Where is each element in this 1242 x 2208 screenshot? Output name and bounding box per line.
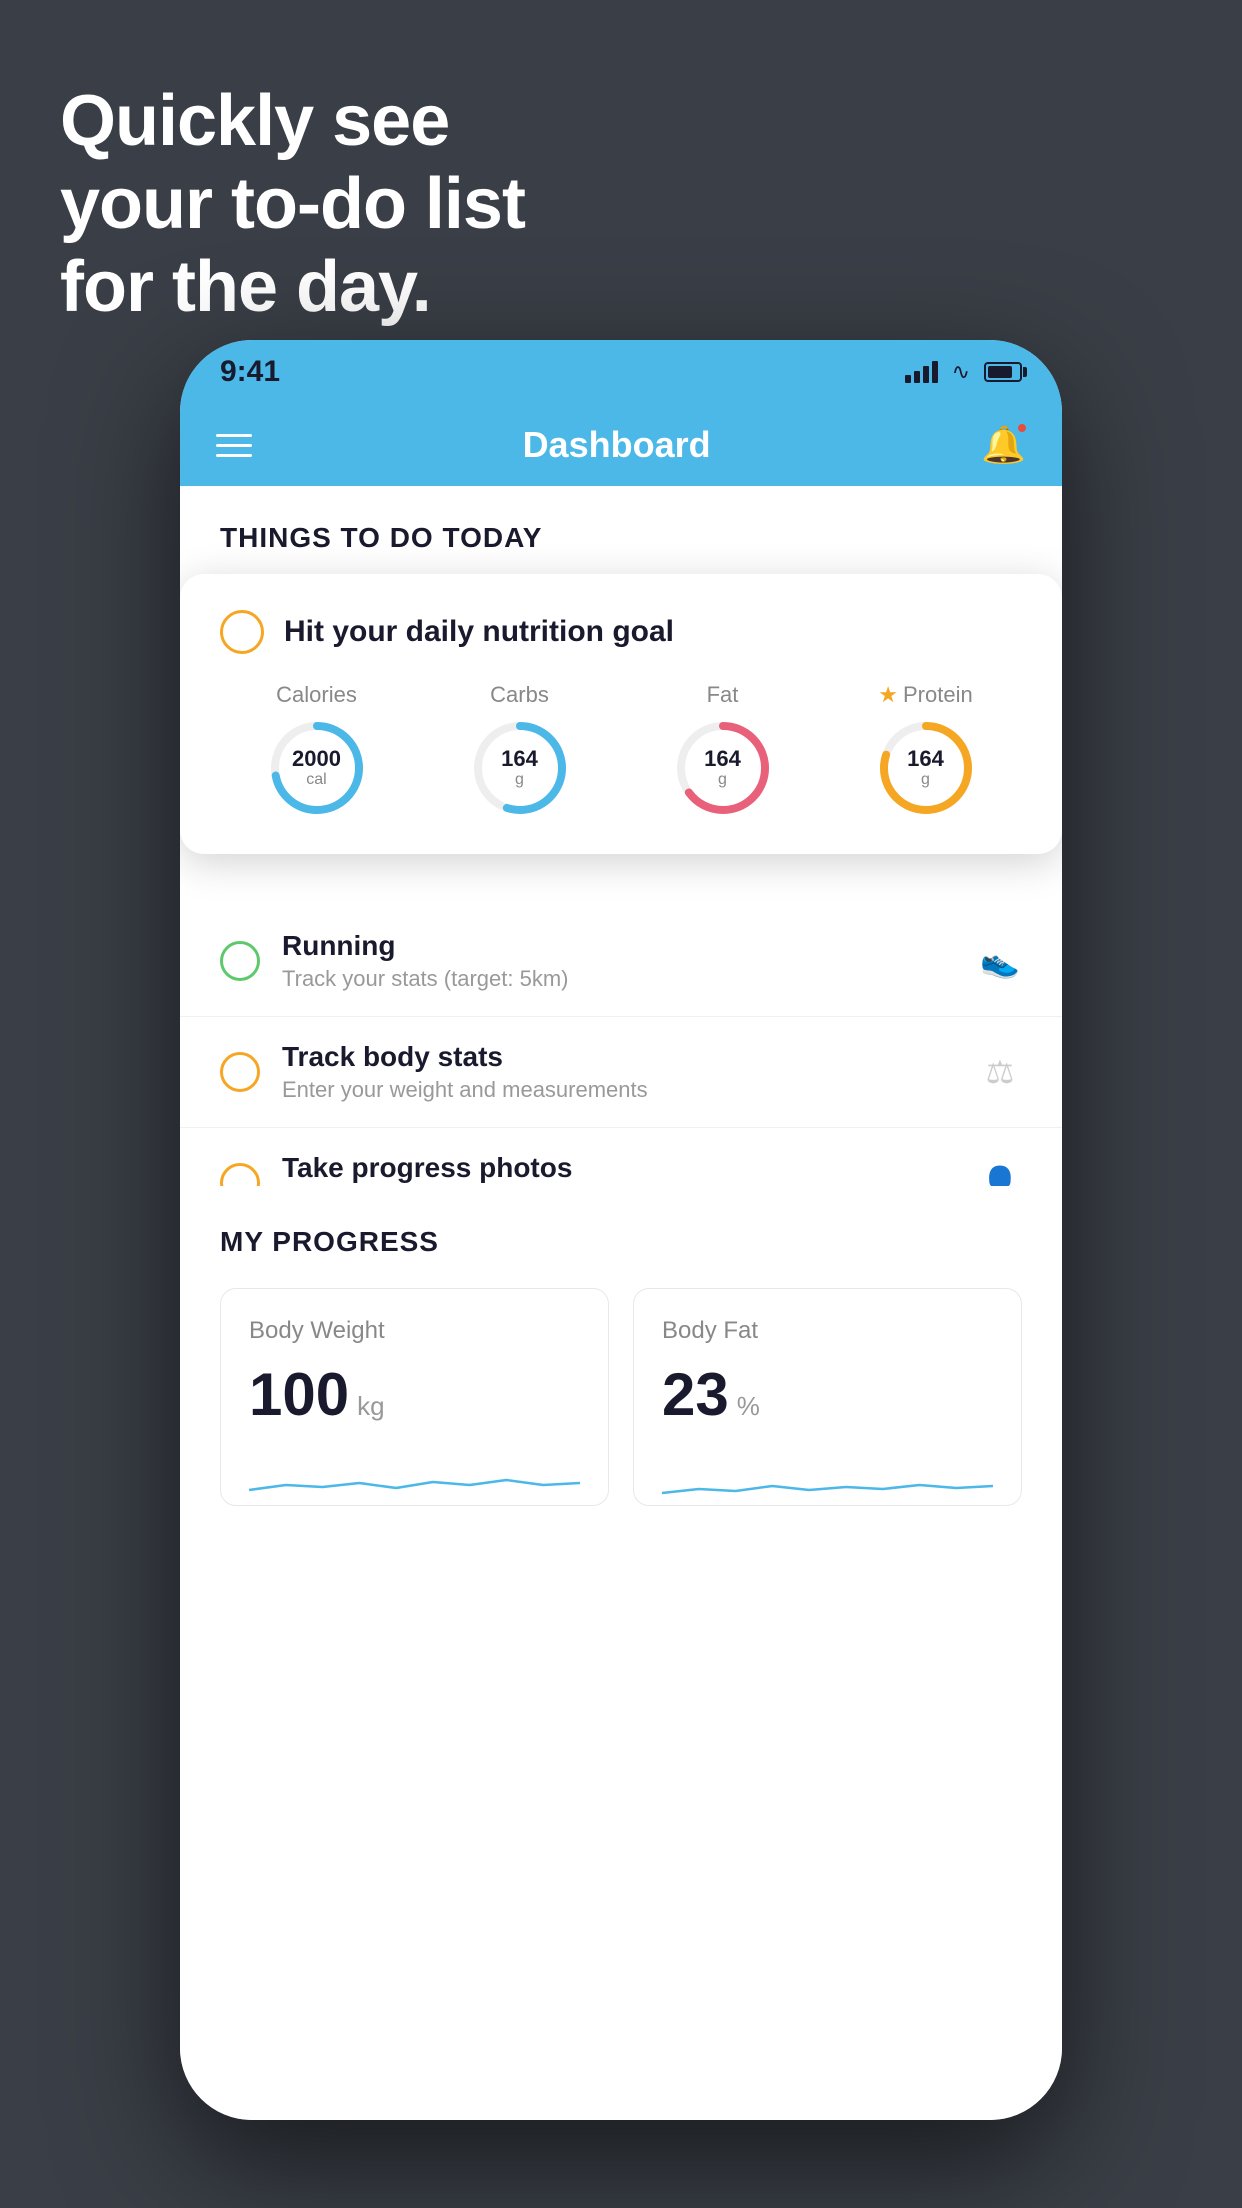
progress-value-0: 100: [249, 1365, 349, 1425]
nav-title: Dashboard: [523, 424, 711, 466]
todo-item-1[interactable]: Track body stats Enter your weight and m…: [180, 1017, 1062, 1128]
nutrition-label-fat: Fat: [707, 682, 739, 708]
headline-line1: Quickly see: [60, 80, 525, 163]
nutrition-item-calories: Calories 2000 cal: [267, 682, 367, 818]
progress-header: MY PROGRESS: [220, 1226, 1022, 1258]
wifi-icon: ∿: [952, 359, 970, 385]
status-time: 9:41: [220, 355, 280, 389]
headline: Quickly see your to-do list for the day.: [60, 80, 525, 328]
progress-card-title-0: Body Weight: [249, 1317, 580, 1345]
todo-title-1: Track body stats: [282, 1041, 956, 1073]
todo-circle-1: [220, 1052, 260, 1092]
app-content: THINGS TO DO TODAY Hit your daily nutrit…: [180, 486, 1062, 2120]
hamburger-menu-button[interactable]: [216, 434, 252, 457]
nutrition-item-protein: ★ Protein 164 g: [876, 682, 976, 818]
nav-bar: Dashboard 🔔: [180, 404, 1062, 486]
donut-center-fat: 164 g: [704, 747, 741, 789]
headline-line3: for the day.: [60, 246, 525, 329]
donut-center-carbs: 164 g: [501, 747, 538, 789]
todo-title-0: Running: [282, 930, 956, 962]
notification-dot: [1016, 422, 1028, 434]
nutrition-label-protein: ★ Protein: [878, 682, 972, 708]
nutrition-goal-title: Hit your daily nutrition goal: [284, 615, 674, 649]
things-to-do-header: THINGS TO DO TODAY: [180, 486, 1062, 574]
sparkline-0: [249, 1445, 580, 1505]
nutrition-item-fat: Fat 164 g: [673, 682, 773, 818]
star-icon: ★: [878, 682, 898, 708]
notification-bell-button[interactable]: 🔔: [981, 424, 1026, 466]
todo-circle-0: [220, 941, 260, 981]
todo-text-1: Track body stats Enter your weight and m…: [282, 1041, 956, 1103]
progress-card-body-fat[interactable]: Body Fat 23 %: [633, 1288, 1022, 1506]
donut-center-protein: 164 g: [907, 747, 944, 789]
todo-item-0[interactable]: Running Track your stats (target: 5km) 👟: [180, 906, 1062, 1017]
progress-card-title-1: Body Fat: [662, 1317, 993, 1345]
todo-action-icon-1: ⚖: [978, 1050, 1022, 1094]
progress-card-body-weight[interactable]: Body Weight 100 kg: [220, 1288, 609, 1506]
nutrition-goal-circle: [220, 610, 264, 654]
status-bar: 9:41 ∿: [180, 340, 1062, 404]
todo-text-0: Running Track your stats (target: 5km): [282, 930, 956, 992]
progress-value-row-0: 100 kg: [249, 1365, 580, 1425]
phone-frame: 9:41 ∿ Dashboard 🔔 THI: [180, 340, 1062, 2120]
progress-cards-row: Body Weight 100 kg Body Fat 23 %: [220, 1288, 1022, 1506]
donut-center-calories: 2000 cal: [292, 747, 341, 789]
todo-subtitle-1: Enter your weight and measurements: [282, 1077, 956, 1103]
progress-value-1: 23: [662, 1365, 729, 1425]
donut-calories: 2000 cal: [267, 718, 367, 818]
nutrition-item-carbs: Carbs 164 g: [470, 682, 570, 818]
sparkline-1: [662, 1445, 993, 1505]
donut-carbs: 164 g: [470, 718, 570, 818]
signal-icon: [905, 361, 938, 383]
todo-title-2: Take progress photos: [282, 1152, 956, 1184]
progress-unit-1: %: [737, 1391, 760, 1422]
nutrition-label-calories: Calories: [276, 682, 357, 708]
todo-subtitle-0: Track your stats (target: 5km): [282, 966, 956, 992]
progress-section: MY PROGRESS Body Weight 100 kg Body Fat …: [180, 1186, 1062, 1546]
donut-protein: 164 g: [876, 718, 976, 818]
todo-action-icon-0: 👟: [978, 939, 1022, 983]
nutrition-label-carbs: Carbs: [490, 682, 549, 708]
nutrition-circles-row: Calories 2000 cal Carbs 164 g: [220, 682, 1022, 818]
battery-icon: [984, 362, 1022, 382]
headline-line2: your to-do list: [60, 163, 525, 246]
status-icons: ∿: [905, 359, 1022, 385]
progress-value-row-1: 23 %: [662, 1365, 993, 1425]
donut-fat: 164 g: [673, 718, 773, 818]
progress-unit-0: kg: [357, 1391, 384, 1422]
featured-nutrition-card[interactable]: Hit your daily nutrition goal Calories 2…: [180, 574, 1062, 854]
